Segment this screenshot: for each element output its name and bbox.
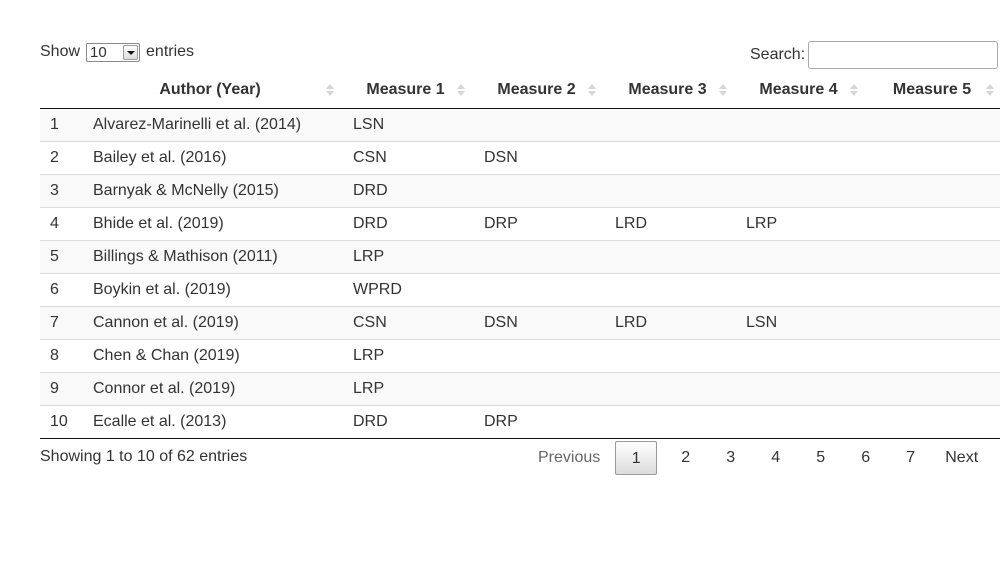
entries-label: entries [146, 43, 195, 60]
pagination: Previous 1 2 3 4 5 6 7 Next [525, 441, 989, 475]
sort-icon [326, 84, 334, 96]
entries-select-value: 10 [90, 43, 107, 61]
next-button[interactable]: Next [933, 441, 989, 475]
column-header[interactable]: Measure 2 [471, 72, 602, 109]
table-row: 8 Chen & Chan (2019) LRP [40, 339, 1000, 373]
table-info: Showing 1 to 10 of 62 entries [40, 448, 248, 465]
column-header[interactable]: Measure 4 [733, 72, 864, 109]
table-row: 10 Ecalle et al. (2013) DRD DRP [40, 405, 1000, 439]
page-button[interactable]: 6 [843, 441, 888, 475]
chevron-down-icon[interactable] [123, 44, 139, 60]
table-row: 7 Cannon et al. (2019) CSN DSN LRD LSN [40, 306, 1000, 340]
table-row: 2 Bailey et al. (2016) CSN DSN [40, 141, 1000, 175]
page-button[interactable]: 3 [708, 441, 753, 475]
entries-select[interactable]: 10 [86, 42, 141, 62]
data-table: Author (Year) Measure 1 Measure 2 Measur… [40, 72, 1000, 439]
column-header[interactable]: Author (Year) [80, 72, 340, 109]
page-button[interactable]: 5 [798, 441, 843, 475]
previous-button[interactable]: Previous [525, 441, 613, 475]
table-row: 1 Alvarez-Marinelli et al. (2014) LSN [40, 108, 1000, 142]
search-control: Search: [750, 41, 999, 69]
page-button-current[interactable]: 1 [615, 441, 658, 475]
show-label: Show [40, 43, 81, 60]
page-button[interactable]: 4 [753, 441, 798, 475]
column-header[interactable]: Measure 3 [602, 72, 733, 109]
page-button[interactable]: 7 [888, 441, 933, 475]
page-button[interactable]: 2 [663, 441, 708, 475]
sort-icon [719, 84, 727, 96]
search-input[interactable] [808, 41, 999, 69]
sort-icon [986, 84, 994, 96]
table-row: 6 Boykin et al. (2019) WPRD [40, 273, 1000, 307]
table-row: 3 Barnyak & McNelly (2015) DRD [40, 174, 1000, 208]
sort-icon [850, 84, 858, 96]
sort-icon [588, 84, 596, 96]
search-label: Search: [750, 46, 806, 63]
table-row: 9 Connor et al. (2019) LRP [40, 372, 1000, 406]
column-header[interactable]: Measure 5 [864, 72, 1000, 109]
header-row: Author (Year) Measure 1 Measure 2 Measur… [40, 72, 1000, 109]
length-control: Show 10 entries [40, 41, 194, 63]
table-row: 5 Billings & Mathison (2011) LRP [40, 240, 1000, 274]
column-header[interactable]: Measure 1 [340, 72, 471, 109]
sort-icon [457, 84, 465, 96]
table-row: 4 Bhide et al. (2019) DRD DRP LRD LRP [40, 207, 1000, 241]
index-header [40, 72, 80, 109]
